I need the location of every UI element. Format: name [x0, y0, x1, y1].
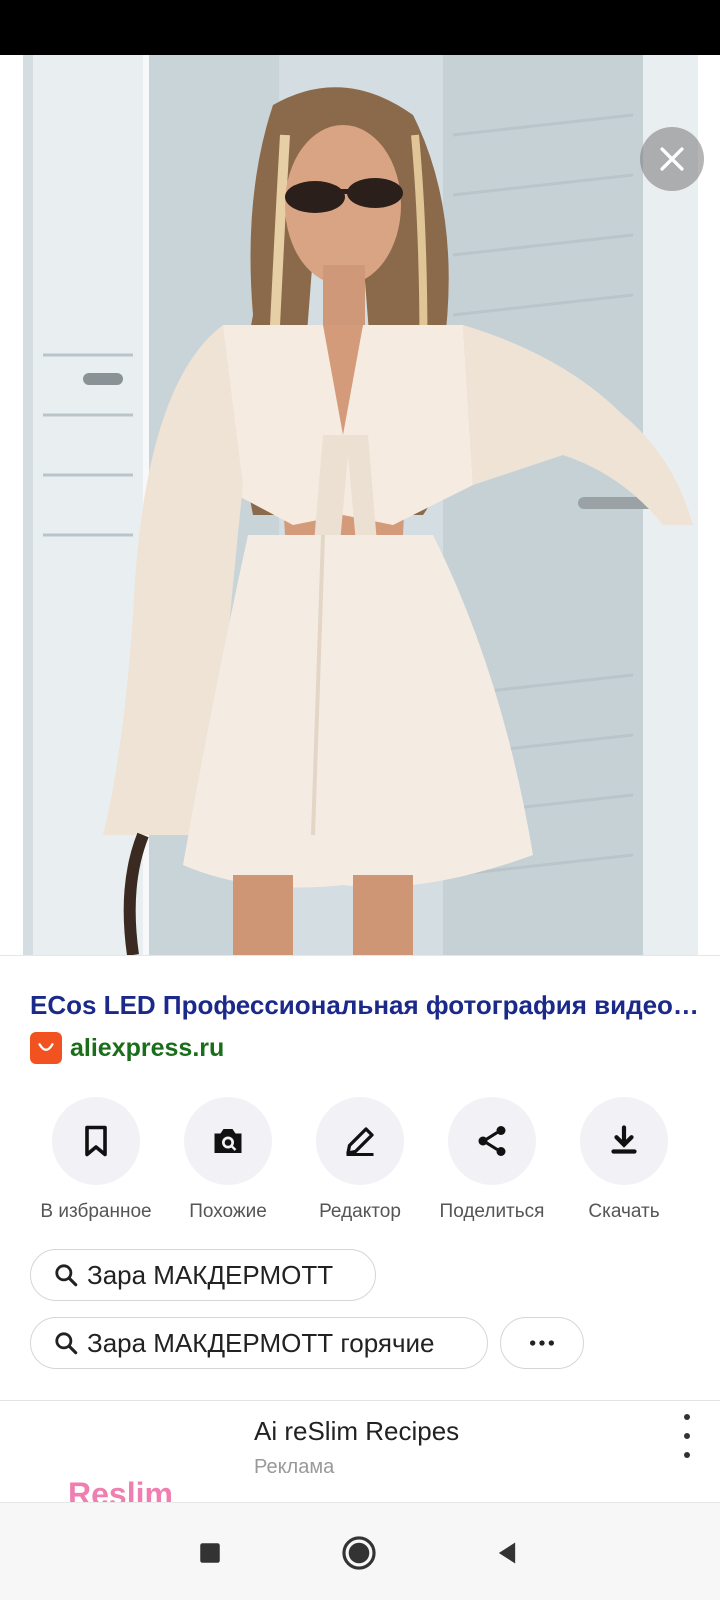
status-bar	[0, 0, 720, 55]
system-nav-bar	[0, 1502, 720, 1600]
home-button[interactable]	[339, 1533, 379, 1573]
chip-label: Зара МАКДЕРМОТТ	[87, 1259, 334, 1290]
source-link[interactable]: aliexpress.ru	[30, 1032, 224, 1064]
menu-dot	[684, 1452, 690, 1458]
ad-menu-button[interactable]	[672, 1414, 702, 1458]
ad-title[interactable]: Ai reSlim Recipes	[254, 1416, 459, 1447]
image-viewer	[0, 55, 720, 955]
more-searches-button[interactable]	[500, 1317, 584, 1369]
action-label: Похожие	[189, 1201, 267, 1222]
recents-button[interactable]	[190, 1533, 230, 1573]
square-icon	[200, 1543, 220, 1563]
result-title-link[interactable]: ECos LED Профессиональная фотография вид…	[30, 990, 700, 1021]
search-icon	[55, 1264, 78, 1287]
search-icon	[55, 1332, 78, 1355]
bookmark-icon	[85, 1125, 107, 1157]
back-triangle-icon	[498, 1542, 516, 1564]
share-button[interactable]: Поделиться	[422, 1097, 562, 1223]
action-bar: В избранное Похожие Редактор Поделиться …	[0, 1097, 720, 1222]
related-search-chip[interactable]: Зара МАКДЕРМОТТ	[30, 1249, 376, 1301]
related-search-chip[interactable]: Зара МАКДЕРМОТТ горячие	[30, 1317, 488, 1369]
more-dots-icon	[530, 1340, 554, 1346]
close-icon	[660, 147, 684, 171]
similar-images-button[interactable]: Похожие	[158, 1097, 298, 1223]
result-image[interactable]	[23, 55, 698, 955]
aliexpress-logo-icon	[30, 1032, 62, 1064]
pencil-icon	[346, 1127, 374, 1156]
close-button[interactable]	[640, 127, 704, 191]
action-label: Редактор	[319, 1201, 401, 1222]
home-circle-icon	[342, 1536, 376, 1570]
photo-illustration	[23, 55, 698, 955]
action-label: В избранное	[40, 1201, 152, 1222]
source-domain: aliexpress.ru	[70, 1033, 225, 1062]
chip-label: Зара МАКДЕРМОТТ горячие	[87, 1327, 435, 1358]
divider	[0, 1400, 720, 1401]
ad-label: Реклама	[254, 1456, 335, 1478]
add-to-favorites-button[interactable]: В избранное	[26, 1097, 166, 1223]
action-label: Скачать	[588, 1201, 660, 1222]
camera-search-icon	[214, 1129, 242, 1153]
editor-button[interactable]: Редактор	[290, 1097, 430, 1223]
menu-dot	[684, 1414, 690, 1420]
menu-dot	[684, 1433, 690, 1439]
back-button[interactable]	[487, 1533, 527, 1573]
action-label: Поделиться	[439, 1201, 545, 1222]
share-icon	[478, 1126, 506, 1156]
download-button[interactable]: Скачать	[554, 1097, 694, 1223]
divider	[0, 955, 720, 956]
download-icon	[611, 1125, 637, 1154]
